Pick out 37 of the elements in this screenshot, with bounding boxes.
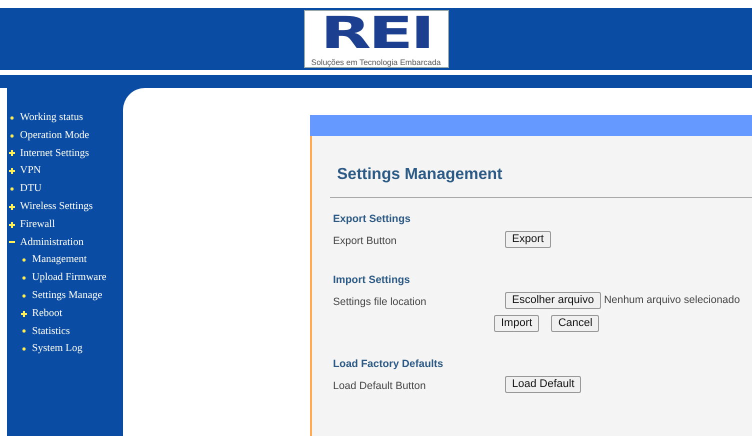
nav-link[interactable]: Operation Mode: [20, 128, 90, 144]
nav-link[interactable]: Wireless Settings: [20, 199, 93, 215]
nav-link[interactable]: Reboot: [32, 306, 62, 322]
section-heading: Load Factory Defaults: [332, 357, 444, 372]
logo-text: REI: [320, 12, 432, 56]
field-label: Settings file location: [333, 296, 426, 308]
bullet-icon: [21, 346, 27, 352]
nav-link[interactable]: Working status: [20, 110, 84, 126]
nav-link[interactable]: System Log: [32, 341, 82, 358]
nav-link[interactable]: Statistics: [32, 324, 70, 340]
tagline: Soluções em Tecnologia Embarcada: [311, 58, 441, 68]
bullet-icon: [21, 275, 27, 282]
bullet-icon: [9, 114, 15, 121]
field-label: Load Default Button: [333, 380, 426, 392]
button[interactable]: Load Default: [505, 376, 582, 393]
button[interactable]: Cancel: [551, 315, 600, 332]
section-heading: Export Settings: [332, 212, 412, 227]
bullet-icon: [9, 186, 15, 192]
bullet-icon: [21, 292, 27, 299]
nav-link[interactable]: Internet Settings: [20, 146, 90, 162]
nav-link[interactable]: VPN: [20, 163, 42, 180]
nav-link[interactable]: Firewall: [20, 216, 55, 233]
button[interactable]: Export: [505, 231, 551, 248]
file-status: Nenhum arquivo selecionado: [604, 292, 740, 308]
bullet-icon: [21, 328, 27, 334]
nav-link[interactable]: Management: [32, 252, 87, 268]
field-label: Export Button: [333, 234, 397, 246]
bullet-icon: [21, 257, 27, 264]
page-title: Settings Management: [337, 166, 502, 183]
section-heading: Import Settings: [332, 273, 412, 288]
nav-link[interactable]: DTU: [20, 181, 42, 197]
bullet-icon: [9, 132, 15, 139]
choose-file-button[interactable]: Escolher arquivo: [505, 292, 601, 309]
nav-link[interactable]: Upload Firmware: [32, 270, 106, 286]
nav-link[interactable]: Administration: [20, 234, 84, 250]
nav-link[interactable]: Settings Manage: [32, 288, 102, 304]
button[interactable]: Import: [494, 315, 540, 332]
